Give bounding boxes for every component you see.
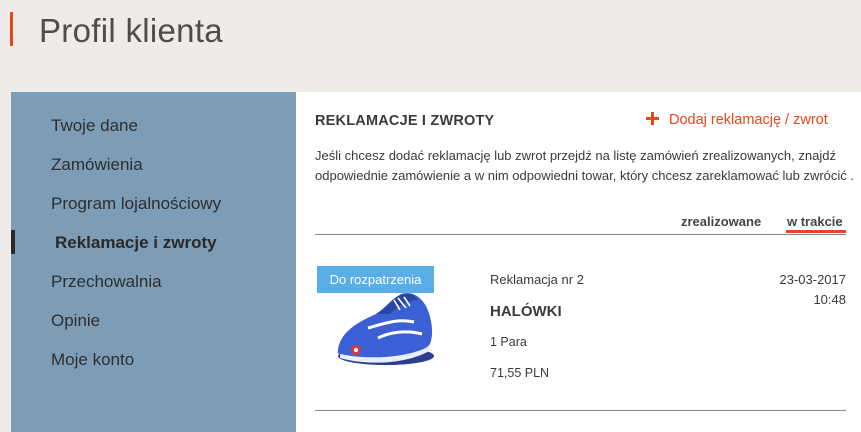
sidebar-item-program-lojalnosciowy[interactable]: Program lojalnościowy (51, 194, 221, 214)
sidebar-item-zamowienia[interactable]: Zamówienia (51, 155, 143, 175)
product-name[interactable]: HALÓWKI (490, 303, 562, 320)
claim-date: 23-03-2017 (779, 272, 847, 287)
sidebar: Twoje dane Zamówienia Program lojalności… (11, 92, 296, 432)
active-tab-underline (786, 230, 846, 233)
page-header: Profil klienta (0, 0, 861, 92)
product-quantity: 1 Para (490, 335, 527, 349)
sidebar-item-twoje-dane[interactable]: Twoje dane (51, 116, 138, 136)
blue-sneaker-icon (337, 293, 434, 365)
header-accent-bar (10, 12, 13, 46)
tab-w-trakcie[interactable]: w trakcie (787, 214, 843, 229)
divider (315, 410, 846, 411)
main-content: REKLAMACJE I ZWROTY Dodaj reklamację / z… (296, 92, 861, 432)
add-claim-button[interactable]: Dodaj reklamację / zwrot (646, 112, 828, 128)
divider (315, 234, 846, 235)
claim-time: 10:48 (813, 292, 846, 307)
sidebar-item-przechowalnia[interactable]: Przechowalnia (51, 272, 162, 292)
tab-zrealizowane[interactable]: zrealizowane (681, 214, 761, 229)
section-title: REKLAMACJE I ZWROTY (315, 113, 495, 129)
sidebar-item-reklamacje-i-zwroty[interactable]: Reklamacje i zwroty (55, 233, 217, 253)
page-title: Profil klienta (39, 12, 223, 49)
product-price: 71,55 PLN (490, 366, 550, 380)
sidebar-item-moje-konto[interactable]: Moje konto (51, 350, 134, 370)
plus-icon (646, 112, 659, 125)
info-text: Jeśli chcesz dodać reklamację lub zwrot … (315, 148, 855, 183)
add-claim-label: Dodaj reklamację / zwrot (669, 112, 828, 128)
claim-number: Reklamacja nr 2 (490, 272, 584, 287)
sidebar-item-opinie[interactable]: Opinie (51, 311, 100, 331)
active-item-marker (11, 230, 15, 254)
